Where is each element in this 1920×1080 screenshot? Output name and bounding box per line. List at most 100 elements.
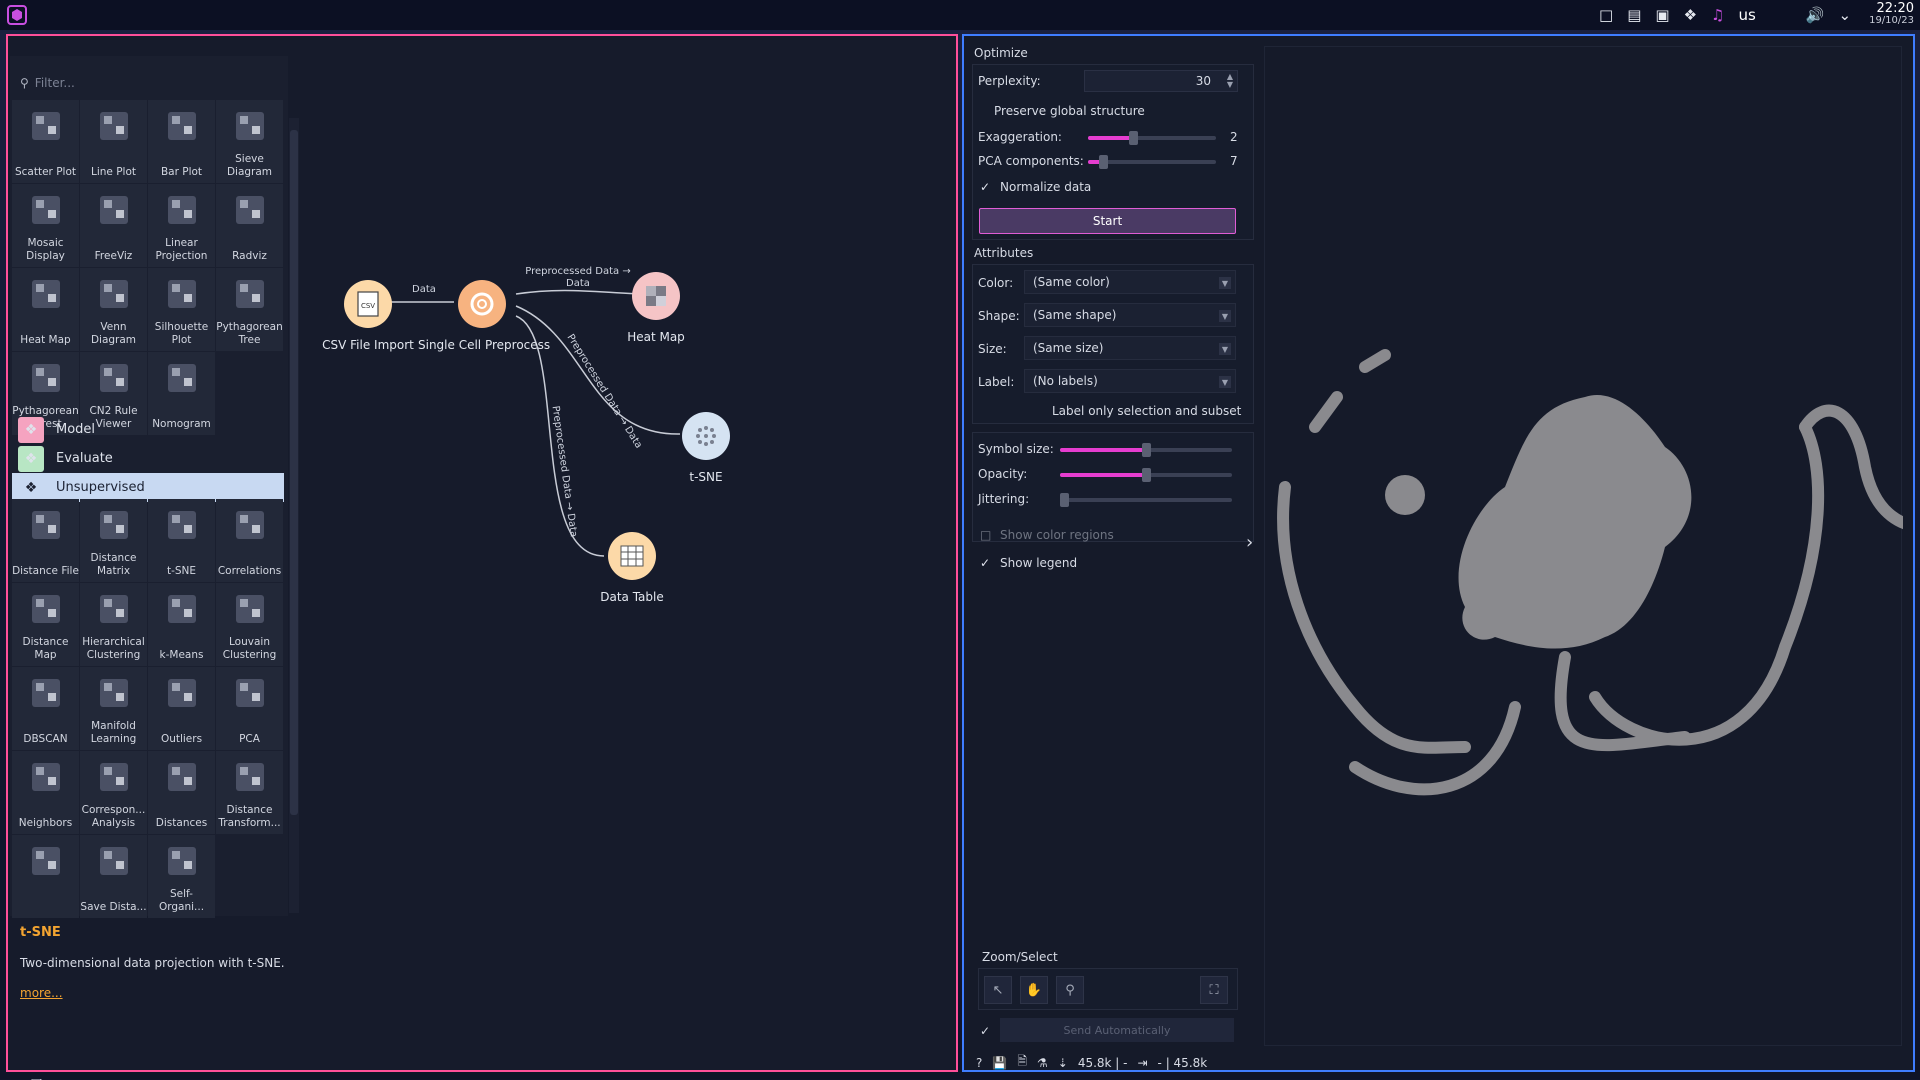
checkmark-icon: ✓ <box>980 1024 991 1038</box>
gear-icon <box>458 280 506 328</box>
send-automatically-button[interactable]: Send Automatically <box>1000 1018 1234 1042</box>
shape-value: (Same shape) <box>1033 308 1117 322</box>
preserve-global-label: Preserve global structure <box>994 104 1145 118</box>
tsne-window: Optimize Perplexity: 30 ▲ ▼ Preserve glob… <box>962 34 1920 1073</box>
checkbox-box-icon: □ <box>980 528 992 542</box>
checkmark-icon: ✓ <box>980 556 991 570</box>
reset-zoom-icon[interactable]: ⛶ <box>1200 976 1228 1004</box>
perplexity-label: Perplexity: <box>978 74 1041 88</box>
color-value: (Same color) <box>1033 275 1110 289</box>
chevron-down-icon: ▼ <box>1219 310 1231 322</box>
opacity-label: Opacity: <box>978 467 1028 481</box>
checkmark-icon: ✓ <box>980 180 991 194</box>
status-in: 45.8k | - <box>1077 1055 1128 1070</box>
chevron-down-icon[interactable]: ⌄ <box>1839 6 1852 24</box>
tsne-scatter <box>1277 349 1920 796</box>
shape-label: Shape: <box>978 309 1020 323</box>
label-only-selection-label: Label only selection and subset <box>1052 404 1242 418</box>
chevron-down-icon: ▼ <box>1219 277 1231 289</box>
label-label: Label: <box>978 375 1015 389</box>
node-single-cell-preprocess[interactable] <box>454 276 510 332</box>
opacity-slider[interactable] <box>1060 468 1232 482</box>
clock-date: 19/10/23 <box>1869 15 1914 26</box>
label-combo[interactable]: (No labels) ▼ <box>1024 369 1236 393</box>
edge-preprocess-tsne[interactable] <box>515 305 681 435</box>
zoom-box <box>978 968 1238 1010</box>
status-bar: ? 💾 🗎 ⚗ ⇣ 45.8k | - ⇥ - | 45.8k <box>976 1052 1207 1073</box>
bluetooth-icon[interactable]: ❖ <box>1684 6 1697 24</box>
status-out: - | 45.8k <box>1157 1055 1208 1070</box>
zoom-tool-icon[interactable]: ⚲ <box>1056 976 1084 1004</box>
perplexity-value: 30 <box>1195 74 1211 88</box>
node-label: t-SNE <box>689 470 723 484</box>
start-button[interactable]: Start <box>979 208 1236 234</box>
show-legend-checkbox[interactable]: ✓ Show legend <box>980 556 1077 570</box>
node-heat-map[interactable] <box>628 268 684 324</box>
perplexity-spinbox[interactable]: 30 ▲ ▼ <box>1084 70 1238 92</box>
workflow-edges <box>368 289 681 557</box>
volume-icon[interactable]: 🔊 <box>1806 6 1825 24</box>
terminal-icon[interactable]: ▤ <box>1627 6 1641 24</box>
report-icon[interactable]: 🗎 <box>1017 1052 1027 1073</box>
exaggeration-slider[interactable] <box>1088 131 1216 145</box>
keyboard-layout[interactable]: us <box>1738 6 1755 24</box>
output-icon: ⇥ <box>1137 1055 1148 1070</box>
node-label: Heat Map <box>627 330 685 344</box>
clock-time: 22:20 <box>1876 1 1914 16</box>
attributes-title: Attributes <box>974 246 1034 260</box>
pca-slider[interactable] <box>1088 155 1216 169</box>
help-icon[interactable]: ? <box>976 1056 982 1070</box>
music-icon[interactable]: ♫ <box>1711 6 1724 24</box>
pca-label: PCA components: <box>978 154 1084 168</box>
node-tsne[interactable] <box>678 408 734 464</box>
edge-label: Data <box>412 284 436 295</box>
node-label: CSV File Import <box>322 338 414 352</box>
spin-arrows-icon[interactable]: ▲ ▼ <box>1227 73 1233 89</box>
exaggeration-value: 2 <box>1230 130 1238 144</box>
size-label: Size: <box>978 342 1007 356</box>
size-value: (Same size) <box>1033 341 1104 355</box>
select-tool-icon[interactable]: ↖ <box>984 976 1012 1004</box>
node-csv-file-import[interactable]: CSV <box>340 276 396 332</box>
pan-tool-icon[interactable]: ✋ <box>1020 976 1048 1004</box>
system-tray: □ ▤ ▣ ❖ ♫ us 🔊 ⌄ 22:20 19/10/23 <box>1599 0 1920 30</box>
show-color-regions-label: Show color regions <box>1000 528 1114 542</box>
preserve-global-checkbox[interactable]: Preserve global structure <box>994 104 1145 118</box>
color-combo[interactable]: (Same color) ▼ <box>1024 270 1236 294</box>
node-data-table[interactable] <box>604 528 660 584</box>
symbol-size-label: Symbol size: <box>978 442 1054 456</box>
edge-label: Preprocessed Data → Data <box>525 266 631 289</box>
visual-settings-icon[interactable]: ⚗ <box>1037 1056 1048 1070</box>
clipboard-icon[interactable]: ▣ <box>1655 6 1669 24</box>
canvas-toolbar: 🗎 # T ✎ ❙❙ ? <box>26 1076 280 1080</box>
label-only-selection-checkbox[interactable]: Label only selection and subset <box>1052 404 1241 418</box>
symbol-size-slider[interactable] <box>1060 443 1232 457</box>
tsne-plot[interactable] <box>1264 46 1920 1046</box>
chevron-down-icon: ▼ <box>1219 343 1231 355</box>
app-launcher-icon[interactable] <box>6 4 28 26</box>
node-label: Single Cell Preprocess <box>418 338 551 352</box>
label-value: (No labels) <box>1033 374 1098 388</box>
taskbar: □ ▤ ▣ ❖ ♫ us 🔊 ⌄ 22:20 19/10/23 <box>0 0 1920 30</box>
zoom-select-title: Zoom/Select <box>982 950 1058 964</box>
orange-canvas-window: ⚲ Filter... Scatter Plot Line Plot Bar Plo… <box>6 34 958 1080</box>
show-legend-label: Show legend <box>1000 556 1078 570</box>
svg-text:CSV: CSV <box>361 302 375 310</box>
exaggeration-label: Exaggeration: <box>978 130 1062 144</box>
chevron-down-icon: ▼ <box>1219 376 1231 388</box>
csv-file-icon: CSV <box>344 280 392 328</box>
input-icon: ⇣ <box>1057 1055 1068 1070</box>
shape-combo[interactable]: (Same shape) ▼ <box>1024 303 1236 327</box>
show-color-regions-checkbox[interactable]: □ Show color regions <box>980 528 1114 542</box>
chevron-right-icon[interactable]: › <box>1246 532 1253 553</box>
normalize-checkbox[interactable]: ✓ Normalize data <box>980 180 1091 194</box>
heat-map-icon <box>632 272 680 320</box>
notification-icon[interactable]: □ <box>1599 6 1613 24</box>
size-combo[interactable]: (Same size) ▼ <box>1024 336 1236 360</box>
jittering-slider[interactable] <box>1060 493 1232 507</box>
new-document-icon[interactable]: 🗎 <box>26 1076 50 1080</box>
clock[interactable]: 22:20 19/10/23 <box>1869 1 1914 27</box>
jittering-label: Jittering: <box>978 492 1030 506</box>
save-icon[interactable]: 💾 <box>992 1056 1007 1070</box>
table-icon <box>608 532 656 580</box>
